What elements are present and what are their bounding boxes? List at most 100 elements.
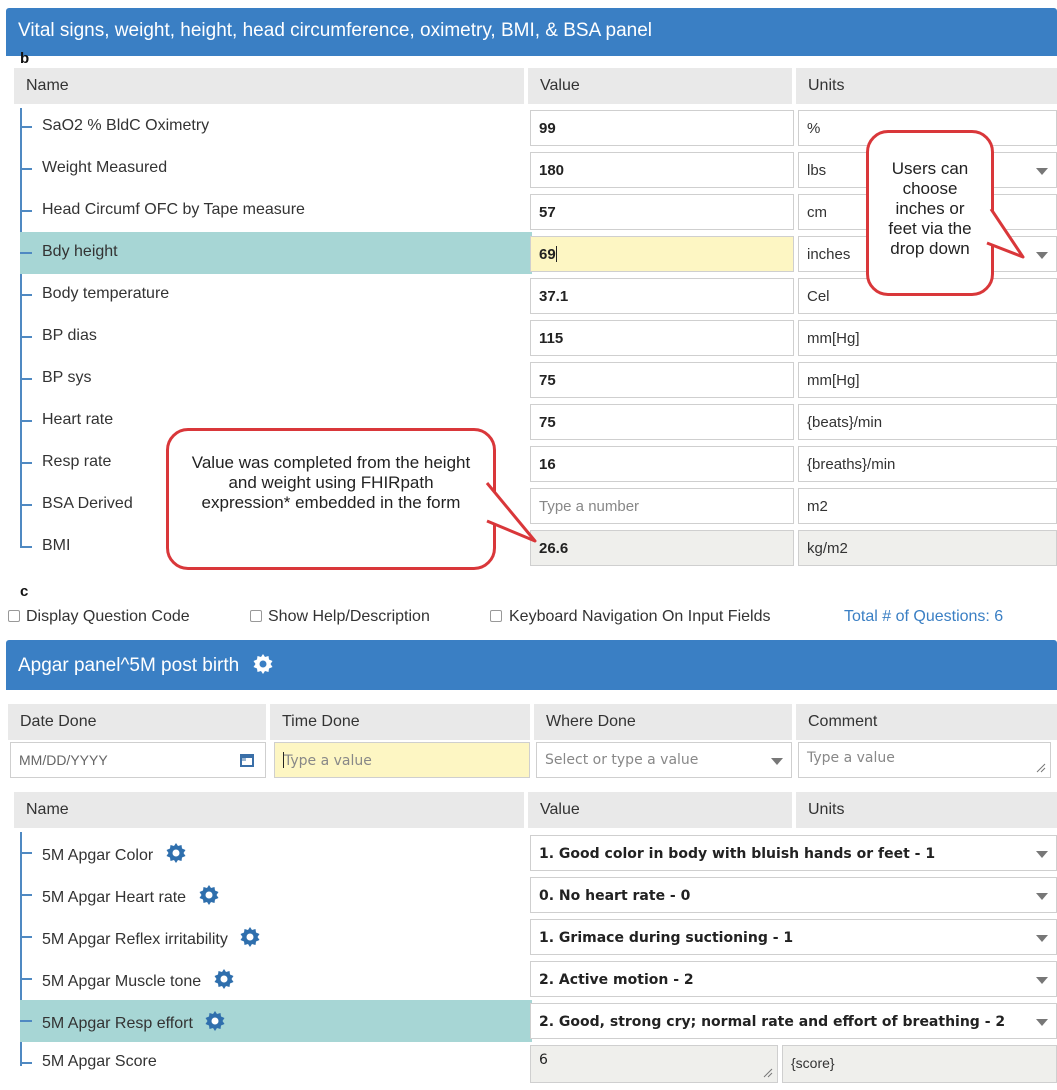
selected-value: 1. Grimace during suctioning - 1 — [539, 930, 794, 946]
vital-name-cell: Head Circumf OFC by Tape measure — [20, 190, 532, 232]
callout-units: Users can choose inches or feet via the … — [866, 130, 1025, 296]
gear-icon[interactable] — [214, 969, 234, 989]
apgar-row-score: 5M Apgar Score 6 {score} — [16, 1042, 1057, 1084]
chevron-down-icon[interactable] — [1036, 851, 1048, 858]
vital-name: BMI — [42, 537, 71, 554]
vital-value-readonly: 26.6 — [530, 530, 794, 566]
keyboard-nav-label[interactable]: Keyboard Navigation On Input Fields — [509, 608, 770, 626]
resize-grip-icon[interactable] — [1036, 763, 1046, 773]
vital-name: Resp rate — [42, 453, 112, 470]
show-help-label[interactable]: Show Help/Description — [268, 608, 430, 626]
vital-value-input[interactable]: Type a number — [530, 488, 794, 524]
where-placeholder: Select or type a value — [545, 752, 699, 768]
unit-selected: inches — [807, 246, 851, 263]
apgar-row-reflex: 5M Apgar Reflex irritability 1. Grimace … — [16, 916, 1057, 958]
vital-name-cell: BP dias — [20, 316, 532, 358]
comment-placeholder: Type a value — [807, 750, 895, 766]
meta-header-where: Where Done — [534, 704, 792, 740]
show-help-checkbox[interactable] — [250, 610, 262, 622]
resize-grip-icon — [763, 1068, 773, 1078]
vital-value-input[interactable]: 69 — [530, 236, 794, 272]
chevron-down-icon[interactable] — [1036, 168, 1048, 175]
selected-value: 1. Good color in body with bluish hands … — [539, 846, 936, 862]
apgar-row-color: 5M Apgar Color 1. Good color in body wit… — [16, 832, 1057, 874]
vital-value-input[interactable]: 99 — [530, 110, 794, 146]
vitals-panel-header: Vital signs, weight, height, head circum… — [6, 8, 1057, 56]
display-code-checkbox[interactable] — [8, 610, 20, 622]
vital-name: Heart rate — [42, 411, 114, 428]
comment-textarea[interactable]: Type a value — [798, 742, 1051, 778]
apgar-item-name: 5M Apgar Heart rate — [42, 889, 187, 906]
apgar-col-header-value: Value — [528, 792, 792, 828]
apgar-item-name: 5M Apgar Score — [42, 1053, 157, 1070]
apgar-value-select[interactable]: 1. Grimace during suctioning - 1 — [530, 919, 1057, 955]
vital-value-input[interactable]: 16 — [530, 446, 794, 482]
apgar-row-muscle-tone: 5M Apgar Muscle tone 2. Active motion - … — [16, 958, 1057, 1000]
apgar-score-unit: {score} — [782, 1045, 1057, 1083]
chevron-down-icon[interactable] — [771, 758, 783, 765]
gear-icon[interactable] — [199, 885, 219, 905]
apgar-name-cell: 5M Apgar Score — [20, 1042, 532, 1084]
apgar-panel-header: Apgar panel^5M post birth — [6, 640, 1057, 690]
meta-header-time: Time Done — [270, 704, 530, 740]
selected-value: 0. No heart rate - 0 — [539, 888, 691, 904]
callout-pointer — [986, 208, 1025, 259]
vital-name-cell: BP sys — [20, 358, 532, 400]
vitals-panel-title: Vital signs, weight, height, head circum… — [18, 20, 652, 41]
vital-row-bp-sys: BP sys 75 mm[Hg] — [16, 358, 1057, 400]
apgar-row-resp-effort: 5M Apgar Resp effort 2. Good, strong cry… — [16, 1000, 1057, 1042]
vital-name: BSA Derived — [42, 495, 133, 512]
chevron-down-icon[interactable] — [1036, 893, 1048, 900]
gear-icon[interactable] — [205, 1011, 225, 1031]
apgar-value-select[interactable]: 0. No heart rate - 0 — [530, 877, 1057, 913]
vital-value-input[interactable]: 75 — [530, 404, 794, 440]
chevron-down-icon[interactable] — [1036, 935, 1048, 942]
vital-name-cell: Weight Measured — [20, 148, 532, 190]
apgar-name-cell: 5M Apgar Reflex irritability — [20, 916, 532, 958]
unit-selected: lbs — [807, 162, 827, 179]
date-placeholder: MM/DD/YYYY — [19, 752, 108, 768]
apgar-item-name: 5M Apgar Color — [42, 847, 154, 864]
text-cursor — [555, 246, 557, 262]
chevron-down-icon[interactable] — [1036, 1019, 1048, 1026]
selected-value: 2. Good, strong cry; normal rate and eff… — [539, 1014, 1006, 1030]
apgar-col-header-name: Name — [14, 792, 524, 828]
vital-value-input[interactable]: 180 — [530, 152, 794, 188]
apgar-name-cell: 5M Apgar Muscle tone — [20, 958, 532, 1000]
section-letter-c: c — [20, 583, 29, 600]
vital-value-input[interactable]: 37.1 — [530, 278, 794, 314]
keyboard-nav-checkbox[interactable] — [490, 610, 502, 622]
vital-name: Head Circumf OFC by Tape measure — [42, 201, 305, 218]
apgar-item-name: 5M Apgar Resp effort — [42, 1015, 193, 1032]
time-placeholder: Type a value — [284, 753, 372, 769]
display-code-label[interactable]: Display Question Code — [26, 608, 190, 626]
apgar-item-name: 5M Apgar Muscle tone — [42, 973, 202, 990]
vital-value-input[interactable]: 57 — [530, 194, 794, 230]
chevron-down-icon[interactable] — [1036, 977, 1048, 984]
section-letter-b: b — [20, 50, 30, 67]
gear-icon[interactable] — [240, 927, 260, 947]
callout-fhirpath: Value was completed from the height and … — [166, 428, 537, 570]
apgar-name-cell: 5M Apgar Resp effort — [20, 1000, 532, 1042]
vital-name: BP dias — [42, 327, 97, 344]
gear-icon[interactable] — [253, 654, 273, 674]
apgar-value-select[interactable]: 1. Good color in body with bluish hands … — [530, 835, 1057, 871]
apgar-name-cell: 5M Apgar Color — [20, 832, 532, 874]
vital-name: BP sys — [42, 369, 92, 386]
apgar-value-select[interactable]: 2. Active motion - 2 — [530, 961, 1057, 997]
calendar-icon[interactable] — [239, 752, 255, 768]
time-done-input[interactable]: Type a value — [274, 742, 530, 778]
chevron-down-icon[interactable] — [1036, 252, 1048, 259]
vital-name-cell: Body temperature — [20, 274, 532, 316]
vital-unit-field: {beats}/min — [798, 404, 1057, 440]
apgar-value-select[interactable]: 2. Good, strong cry; normal rate and eff… — [530, 1003, 1057, 1039]
apgar-panel-title: Apgar panel^5M post birth — [18, 655, 240, 676]
date-done-input[interactable]: MM/DD/YYYY — [10, 742, 266, 778]
apgar-name-cell: 5M Apgar Heart rate — [20, 874, 532, 916]
vital-value-input[interactable]: 115 — [530, 320, 794, 356]
apgar-score-value: 6 — [530, 1045, 778, 1083]
vital-value-input[interactable]: 75 — [530, 362, 794, 398]
gear-icon[interactable] — [166, 843, 186, 863]
apgar-row-heart-rate: 5M Apgar Heart rate 0. No heart rate - 0 — [16, 874, 1057, 916]
where-done-select[interactable]: Select or type a value — [536, 742, 792, 778]
